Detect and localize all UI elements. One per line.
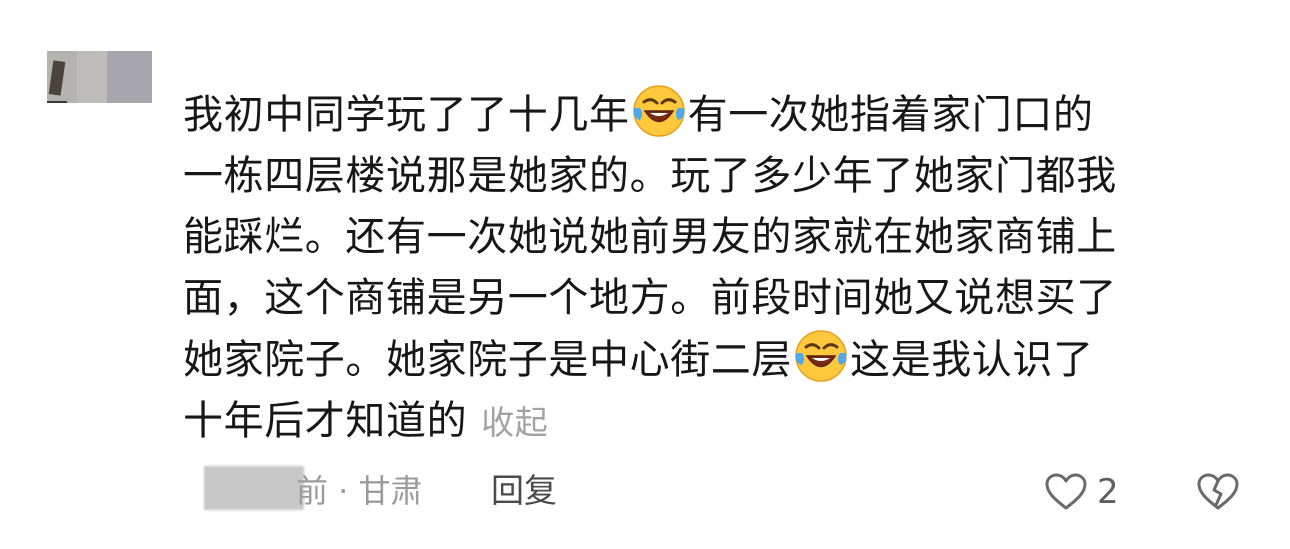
- like-button[interactable]: 2: [1045, 472, 1119, 512]
- reply-button[interactable]: 回复: [491, 470, 557, 512]
- comment-line: 面，这个商铺是另一个地方。前段时间她又说想买了: [183, 275, 1117, 321]
- avatar-blur-block: [107, 51, 152, 103]
- face-with-tears-of-joy-icon: [632, 85, 685, 137]
- collapse-link[interactable]: 收起: [481, 403, 548, 442]
- avatar[interactable]: [47, 51, 152, 103]
- comment-line: 她家院子。她家院子是中心街二层 这是我认识了: [183, 329, 1233, 391]
- avatar-blur-block: [47, 101, 67, 103]
- heart-outline-icon: [1045, 473, 1087, 510]
- time-location: 前 · 甘肃: [296, 472, 423, 510]
- comment-line: 十年后才知道的 收起: [183, 391, 1233, 453]
- comment-segment: 有一次她指着家门口的: [687, 92, 1094, 138]
- comment-text: 我初中同学玩了了十几年 有一次她指着家门口的 一栋四层楼说那是她家的。玩了多少年…: [183, 84, 1233, 453]
- comment-line: 我初中同学玩了了十几年 有一次她指着家门口的: [183, 84, 1233, 146]
- avatar-blur-block: [77, 51, 107, 103]
- username-redaction: [204, 466, 304, 510]
- face-with-tears-of-joy-icon: [795, 330, 847, 382]
- broken-heart-icon[interactable]: [1197, 472, 1239, 512]
- comment-segment: 我初中同学玩了了十几年: [183, 92, 630, 138]
- comment-segment: 她家院子。她家院子是中心街二层: [183, 337, 792, 383]
- comment-segment: 十年后才知道的: [183, 398, 468, 444]
- like-count: 2: [1097, 472, 1119, 512]
- comment-line: 一栋四层楼说那是她家的。玩了多少年了她家门都我: [183, 153, 1117, 199]
- comment-segment: 这是我认识了: [850, 337, 1094, 383]
- comment-line: 能踩烂。还有一次她说她前男友的家就在她家商铺上: [183, 214, 1117, 260]
